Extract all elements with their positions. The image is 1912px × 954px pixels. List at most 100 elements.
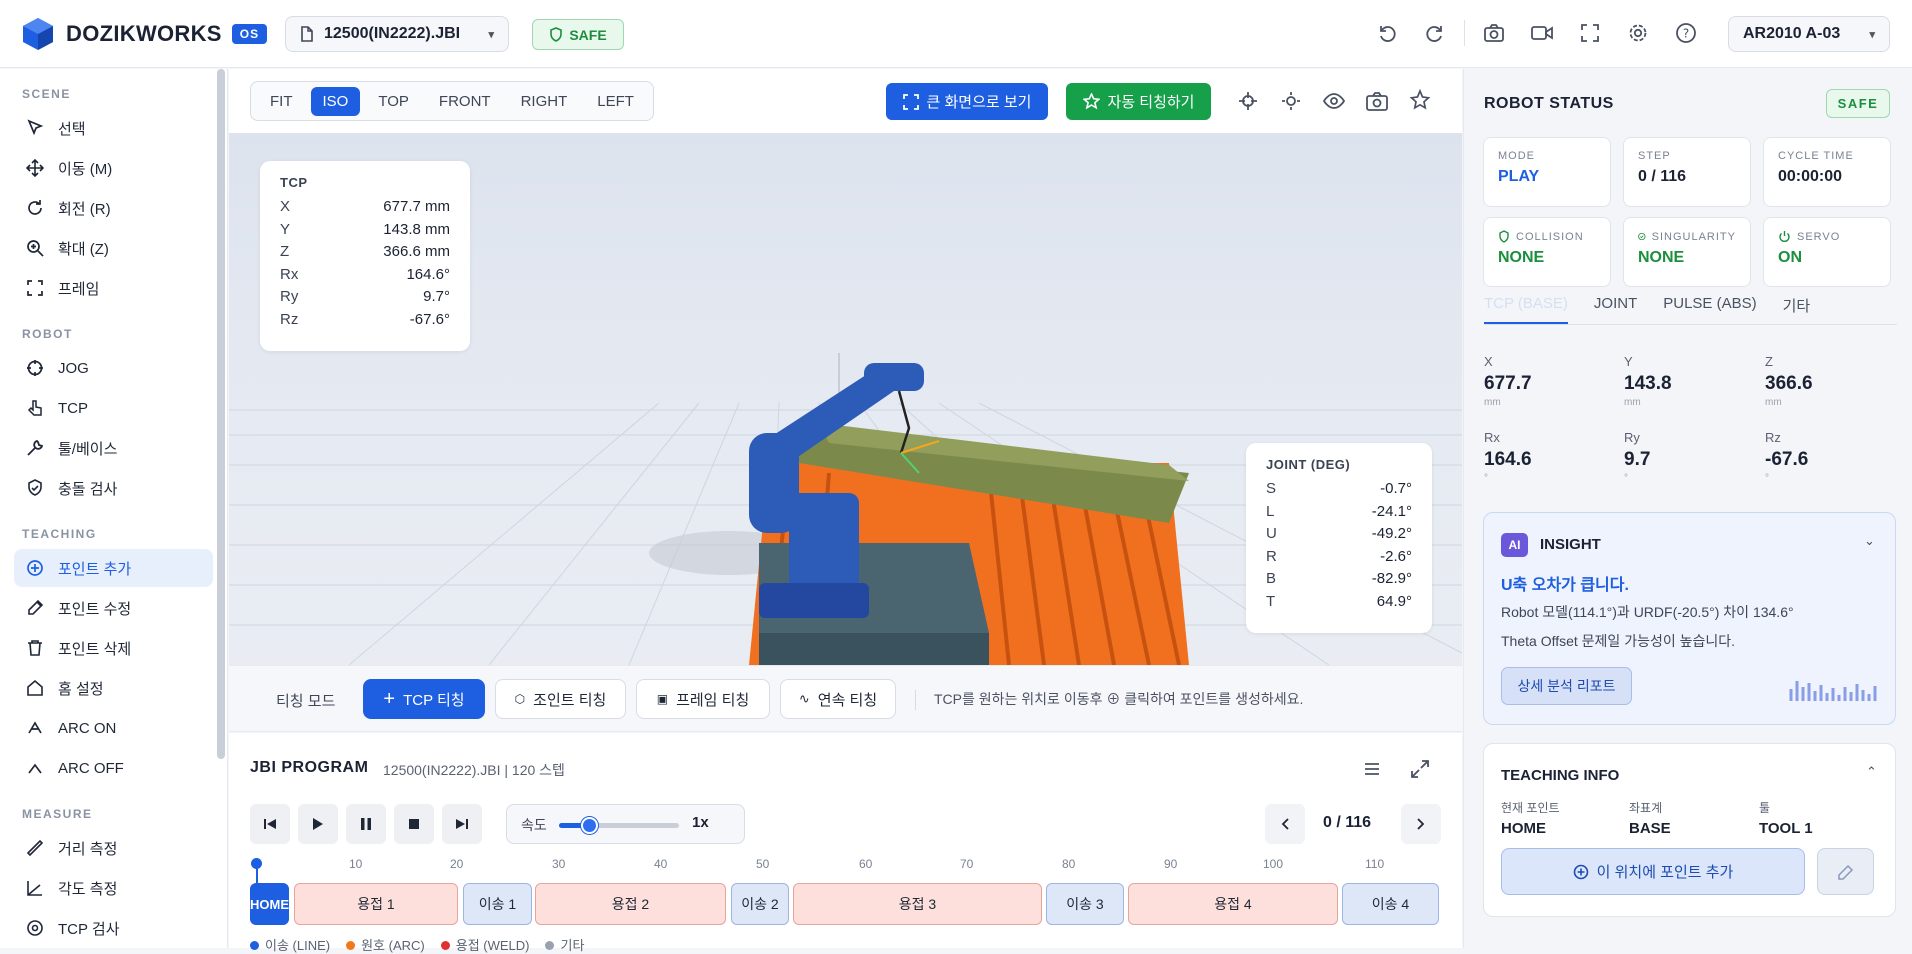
list-icon[interactable] — [1363, 761, 1381, 777]
segment-move-1[interactable]: 이송 1 — [463, 883, 532, 925]
sidebar-item-tool-base[interactable]: 툴/베이스 — [14, 429, 213, 467]
video-icon[interactable] — [1529, 20, 1555, 46]
sidebar-item-rotate[interactable]: 회전 (R) — [14, 189, 213, 227]
collision-card: COLLISION NONE — [1483, 217, 1611, 287]
tab-fit[interactable]: FIT — [258, 87, 305, 116]
play-button[interactable] — [298, 804, 338, 844]
add-point-here-label: 이 위치에 포인트 추가 — [1596, 864, 1734, 881]
tcp-row: Y 143.8 mm — [280, 219, 450, 242]
sidebar-item-tcp[interactable]: TCP — [14, 389, 213, 427]
robot-select[interactable]: AR2010 A-03 ▾ — [1728, 16, 1890, 52]
chevron-down-icon[interactable]: ⌄ — [1864, 533, 1875, 549]
sidebar-item-collision[interactable]: 충돌 검사 — [14, 469, 213, 507]
report-button[interactable]: 상세 분석 리포트 — [1501, 667, 1632, 705]
skip-forward-button[interactable] — [442, 804, 482, 844]
continuous-teach-button[interactable]: ∿ 연속 티칭 — [780, 679, 896, 719]
segment-move-3[interactable]: 이송 3 — [1046, 883, 1124, 925]
sun-icon[interactable] — [1278, 88, 1304, 114]
insight-title: INSIGHT — [1540, 536, 1601, 553]
tab-iso[interactable]: ISO — [310, 86, 361, 116]
joint-teach-button[interactable]: ⬡ 조인트 티칭 — [495, 679, 626, 719]
segment-weld-4[interactable]: 용접 4 — [1128, 883, 1338, 925]
sidebar-item-label: ARC OFF — [58, 759, 124, 777]
sidebar-item-tcp-check[interactable]: TCP 검사 — [14, 909, 213, 947]
sidebar-item-arc-on[interactable]: ARC ON — [14, 709, 213, 747]
tab-left[interactable]: LEFT — [585, 87, 646, 116]
segment-weld-2[interactable]: 용접 2 — [535, 883, 726, 925]
3d-viewport[interactable]: TCP X 677.7 mm Y 143.8 mm Z 366.6 mm Rx 164.… — [229, 133, 1462, 665]
sidebar-item-distance[interactable]: 거리 측정 — [14, 829, 213, 867]
eye-icon[interactable] — [1321, 88, 1347, 114]
add-point-here-button[interactable]: 이 위치에 포인트 추가 — [1501, 848, 1805, 895]
segment-home[interactable]: HOME — [250, 883, 289, 925]
tab-tcp-base[interactable]: TCP (BASE) — [1484, 295, 1568, 324]
sparkle-icon[interactable] — [1407, 88, 1433, 114]
move-icon — [26, 159, 44, 177]
sidebar-item-zoom[interactable]: 확대 (Z) — [14, 229, 213, 267]
divider — [1464, 20, 1465, 46]
joint-row: U -49.2° — [1266, 523, 1412, 546]
status-safe-badge: SAFE — [1826, 89, 1890, 118]
tab-etc[interactable]: 기타 — [1783, 295, 1811, 324]
big-view-button[interactable]: 큰 화면으로 보기 — [886, 83, 1048, 120]
maximize-icon[interactable] — [1410, 759, 1430, 779]
file-select[interactable]: 12500(IN2222).JBI ▾ — [285, 16, 509, 52]
tcp-teach-button[interactable]: + TCP 티칭 — [363, 679, 485, 719]
tcp-row: Z 366.6 mm — [280, 241, 450, 264]
next-step-button[interactable] — [1401, 804, 1441, 844]
frame-teach-button[interactable]: ▣ 프레임 티칭 — [636, 679, 770, 719]
sidebar-item-home[interactable]: 홈 설정 — [14, 669, 213, 707]
sidebar-item-label: 이동 (M) — [58, 160, 113, 178]
tab-top[interactable]: TOP — [366, 87, 421, 116]
power-icon — [1779, 231, 1790, 242]
segment-move-4[interactable]: 이송 4 — [1342, 883, 1439, 925]
camera-icon[interactable] — [1481, 20, 1507, 46]
sidebar-item-jog[interactable]: JOG — [14, 349, 213, 387]
segment-weld-3[interactable]: 용접 3 — [793, 883, 1042, 925]
speed-handle[interactable] — [581, 817, 598, 834]
program-subtitle: 12500(IN2222).JBI | 120 스텝 — [383, 762, 565, 778]
sidebar-item-delete-point[interactable]: 포인트 삭제 — [14, 629, 213, 667]
coord-rz: Rz -67.6 ° — [1765, 430, 1809, 484]
auto-teach-button[interactable]: 자동 티칭하기 — [1066, 83, 1211, 120]
tab-pulse[interactable]: PULSE (ABS) — [1663, 295, 1756, 324]
redo-icon[interactable] — [1422, 20, 1448, 46]
frame-teach-label: 프레임 티칭 — [676, 691, 750, 709]
chevron-down-icon: ▾ — [1869, 28, 1875, 41]
chevron-left-icon — [1281, 818, 1289, 830]
tab-front[interactable]: FRONT — [427, 87, 503, 116]
sidebar-item-frame[interactable]: 프레임 — [14, 269, 213, 307]
sidebar-item-edit-point[interactable]: 포인트 수정 — [14, 589, 213, 627]
sidebar-item-label: 포인트 수정 — [58, 600, 132, 618]
tab-right[interactable]: RIGHT — [509, 87, 580, 116]
fullscreen-icon[interactable] — [1577, 20, 1603, 46]
tab-joint[interactable]: JOINT — [1594, 295, 1637, 324]
undo-icon[interactable] — [1374, 20, 1400, 46]
skip-back-button[interactable] — [250, 804, 290, 844]
sidebar-item-add-point[interactable]: 포인트 추가 — [14, 549, 213, 587]
coord-y: Y 143.8 mm — [1624, 354, 1672, 408]
edit-point-button[interactable] — [1817, 848, 1874, 895]
sidebar-item-move[interactable]: 이동 (M) — [14, 149, 213, 187]
segment-move-2[interactable]: 이송 2 — [731, 883, 789, 925]
sidebar-scrollbar[interactable] — [217, 69, 225, 759]
sidebar-item-angle[interactable]: 각도 측정 — [14, 869, 213, 907]
help-icon[interactable]: ? — [1673, 20, 1699, 46]
sidebar-item-arc-off[interactable]: ARC OFF — [14, 749, 213, 787]
pause-button[interactable] — [346, 804, 386, 844]
insight-line-2: Theta Offset 문제일 가능성이 높습니다. — [1501, 633, 1736, 649]
tick-label: 30 — [552, 857, 566, 871]
gear-icon[interactable] — [1625, 20, 1651, 46]
sidebar-item-label: 거리 측정 — [58, 840, 118, 858]
cycle-time-card: CYCLE TIME 00:00:00 — [1763, 137, 1891, 207]
program-title: JBI PROGRAM — [250, 759, 369, 776]
camera-icon[interactable] — [1364, 88, 1390, 114]
stop-button[interactable] — [394, 804, 434, 844]
crosshair-icon[interactable] — [1235, 88, 1261, 114]
chevron-up-icon[interactable]: ⌃ — [1866, 764, 1877, 780]
speed-slider[interactable] — [559, 817, 679, 834]
prev-step-button[interactable] — [1265, 804, 1305, 844]
segment-weld-1[interactable]: 용접 1 — [294, 883, 458, 925]
continuous-teach-label: 연속 티칭 — [817, 691, 878, 709]
sidebar-item-select[interactable]: 선택 — [14, 109, 213, 147]
